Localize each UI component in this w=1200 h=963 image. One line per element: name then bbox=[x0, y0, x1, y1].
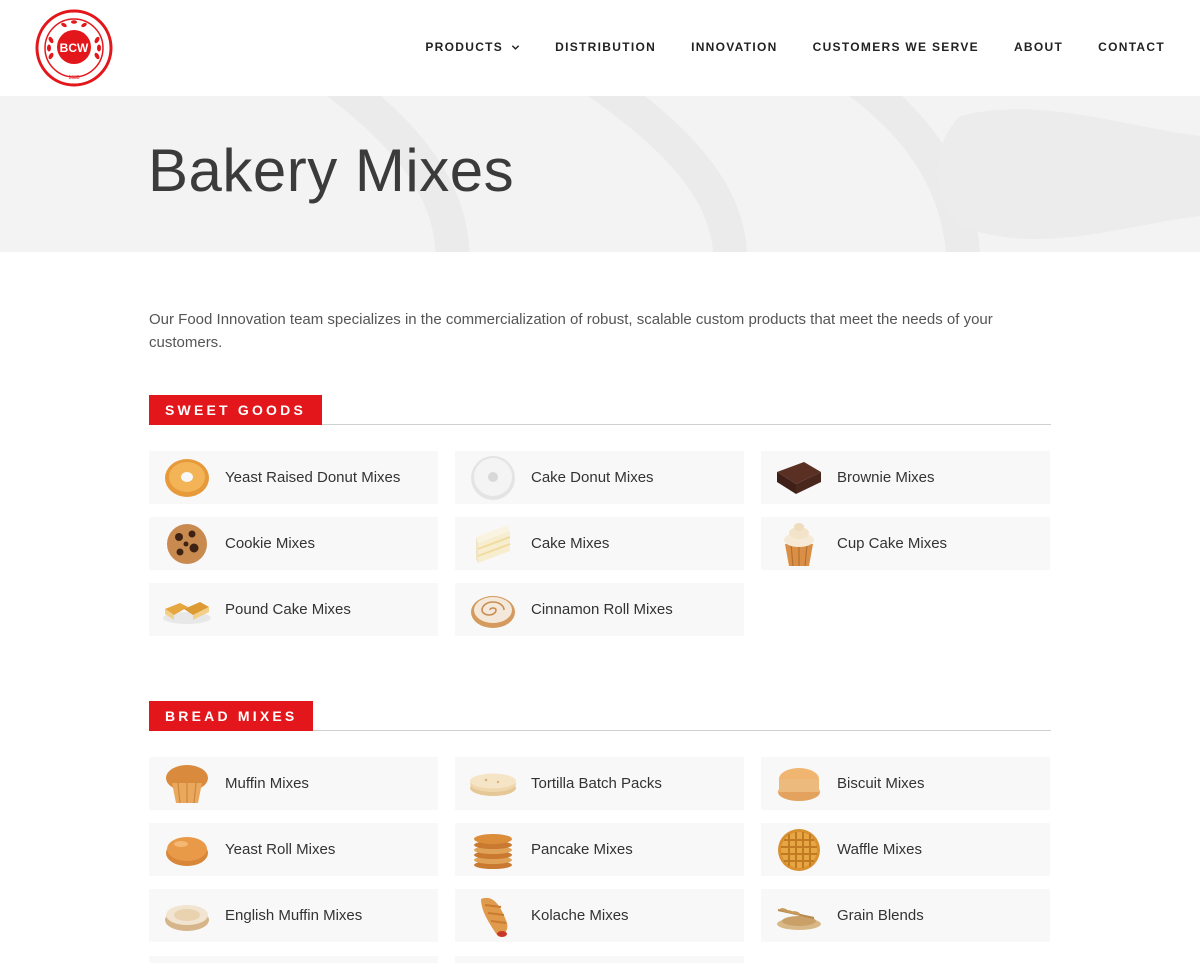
main-nav: PRODUCTS DISTRIBUTION INNOVATION CUSTOME… bbox=[390, 40, 1165, 54]
nav-innovation-label: INNOVATION bbox=[691, 40, 778, 54]
product-label: Grain Blends bbox=[837, 907, 924, 924]
product-label: Cake Donut Mixes bbox=[531, 469, 654, 486]
product-card-grain-blends[interactable]: Grain Blends bbox=[761, 889, 1050, 942]
product-card-cookie[interactable]: Cookie Mixes bbox=[149, 517, 438, 570]
product-card-cinnamon-roll[interactable]: Cinnamon Roll Mixes bbox=[455, 583, 744, 636]
nav-customers-we-serve[interactable]: CUSTOMERS WE SERVE bbox=[813, 40, 979, 54]
nav-distribution[interactable]: DISTRIBUTION bbox=[555, 40, 656, 54]
svg-text:1935: 1935 bbox=[68, 75, 79, 81]
powdered-donut-icon bbox=[471, 455, 515, 500]
donut-icon bbox=[165, 458, 209, 497]
product-label: Cup Cake Mixes bbox=[837, 535, 948, 552]
hero-banner: Bakery Mixes bbox=[0, 96, 1200, 252]
nav-distribution-label: DISTRIBUTION bbox=[555, 40, 657, 54]
product-label: Pound Cake Mixes bbox=[225, 601, 351, 618]
kolache-icon bbox=[481, 897, 508, 937]
product-card-biscuit[interactable]: Biscuit Mixes bbox=[761, 757, 1050, 810]
product-label: Cake Mixes bbox=[531, 535, 610, 552]
product-card-english-muffin[interactable]: English Muffin Mixes bbox=[149, 889, 438, 942]
cinnamon-roll-icon bbox=[471, 595, 515, 628]
section-sweet-goods: SWEET GOODS Yeast Raised Donut Mixes Cak… bbox=[149, 395, 1051, 636]
product-label: Muffin Mixes bbox=[225, 775, 309, 792]
nav-innovation[interactable]: INNOVATION bbox=[691, 40, 778, 54]
product-grid: Yeast Raised Donut Mixes Cake Donut Mixe… bbox=[149, 451, 1050, 636]
product-label: Waffle Mixes bbox=[837, 841, 923, 858]
pancake-icon bbox=[474, 833, 512, 869]
product-card-kolache[interactable]: Kolache Mixes bbox=[455, 889, 744, 942]
product-card-cake[interactable]: Cake Mixes bbox=[455, 517, 744, 570]
bcw-logo[interactable]: BCW 1935 bbox=[34, 8, 114, 88]
product-label: English Muffin Mixes bbox=[225, 907, 363, 924]
grain-icon bbox=[777, 907, 821, 930]
product-card-muffin[interactable]: Muffin Mixes bbox=[149, 757, 438, 810]
section-header: BREAD MIXES bbox=[149, 701, 1051, 731]
intro-text: Our Food Innovation team specializes in … bbox=[149, 311, 993, 351]
nav-contact[interactable]: CONTACT bbox=[1098, 40, 1165, 54]
page-title: Bakery Mixes bbox=[148, 137, 515, 204]
tortilla-icon bbox=[470, 773, 516, 796]
product-card-tortilla[interactable]: Tortilla Batch Packs bbox=[455, 757, 744, 810]
roll-icon bbox=[166, 836, 208, 866]
section-header: SWEET GOODS bbox=[149, 395, 1051, 425]
nav-products-label: PRODUCTS bbox=[425, 40, 504, 54]
product-card-cupcake[interactable]: Cup Cake Mixes bbox=[761, 517, 1050, 570]
section-bread-mixes: BREAD MIXES Muffin Mixes Tortilla Batch … bbox=[149, 701, 1051, 942]
section-title: SWEET GOODS bbox=[149, 395, 322, 425]
product-card-waffle[interactable]: Waffle Mixes bbox=[761, 823, 1050, 876]
nav-contact-label: CONTACT bbox=[1098, 40, 1165, 54]
product-card-yeast-roll[interactable]: Yeast Roll Mixes bbox=[149, 823, 438, 876]
svg-text:BCW: BCW bbox=[60, 41, 89, 55]
product-card-brownie[interactable]: Brownie Mixes bbox=[761, 451, 1050, 504]
product-card-yeast-raised-donut[interactable]: Yeast Raised Donut Mixes bbox=[149, 451, 438, 504]
nav-products[interactable]: PRODUCTS bbox=[425, 40, 520, 54]
site-header: BCW 1935 PRODUCTS DISTRIBUTION INNOVATIO… bbox=[0, 0, 1200, 96]
cake-slice-icon bbox=[476, 524, 511, 563]
nav-customers-label: CUSTOMERS WE SERVE bbox=[812, 40, 979, 54]
nav-about[interactable]: ABOUT bbox=[1014, 40, 1063, 54]
nav-about-label: ABOUT bbox=[1013, 40, 1064, 54]
product-card-partial bbox=[149, 956, 438, 963]
chevron-down-icon bbox=[511, 44, 520, 50]
product-card-cake-donut[interactable]: Cake Donut Mixes bbox=[455, 451, 744, 504]
cookie-icon bbox=[167, 523, 207, 564]
biscuit-icon bbox=[778, 767, 820, 801]
next-row-peek bbox=[149, 956, 1051, 963]
brownie-icon bbox=[777, 461, 821, 494]
product-label: Kolache Mixes bbox=[531, 907, 629, 924]
product-label: Pancake Mixes bbox=[531, 841, 633, 858]
pound-cake-icon bbox=[163, 601, 211, 624]
product-label: Cookie Mixes bbox=[225, 535, 316, 552]
product-card-pound-cake[interactable]: Pound Cake Mixes bbox=[149, 583, 438, 636]
english-muffin-icon bbox=[165, 904, 209, 931]
muffin-icon bbox=[166, 764, 208, 803]
cupcake-icon bbox=[784, 522, 814, 566]
product-label: Biscuit Mixes bbox=[837, 775, 925, 792]
product-card-pancake[interactable]: Pancake Mixes bbox=[455, 823, 744, 876]
product-grid: Muffin Mixes Tortilla Batch Packs Biscui… bbox=[149, 757, 1050, 942]
section-title: BREAD MIXES bbox=[149, 701, 314, 731]
product-label: Yeast Raised Donut Mixes bbox=[225, 469, 401, 486]
waffle-icon bbox=[778, 828, 820, 871]
product-card-partial bbox=[455, 956, 744, 963]
product-label: Tortilla Batch Packs bbox=[531, 775, 662, 792]
product-label: Cinnamon Roll Mixes bbox=[531, 601, 673, 618]
product-label: Brownie Mixes bbox=[837, 469, 935, 486]
product-label: Yeast Roll Mixes bbox=[225, 841, 336, 858]
